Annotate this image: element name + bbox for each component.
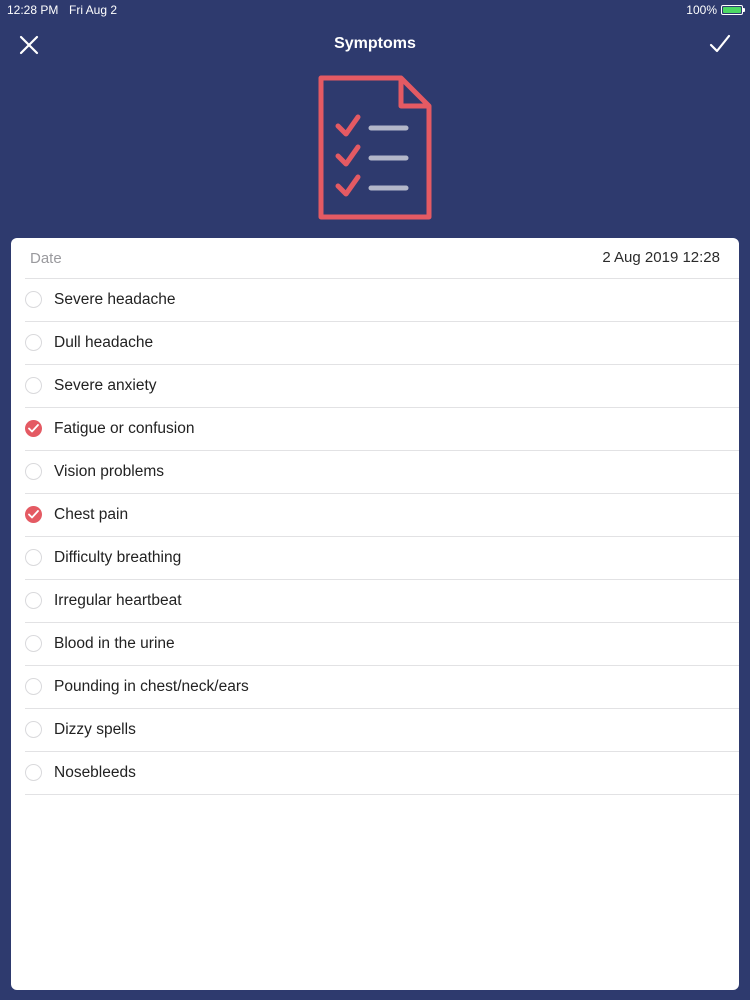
symptom-label: Fatigue or confusion [54, 420, 195, 437]
symptoms-screen: 12:28 PM Fri Aug 2 100% Symptoms Date 2 … [0, 0, 750, 1000]
symptoms-card: Date 2 Aug 2019 12:28 Severe headache Dul… [11, 238, 739, 990]
status-right: 100% [686, 3, 745, 17]
symptom-row[interactable]: Vision problems [25, 451, 739, 494]
unchecked-circle-icon[interactable] [25, 764, 42, 781]
unchecked-circle-icon[interactable] [25, 549, 42, 566]
symptom-row[interactable]: Severe anxiety [25, 365, 739, 408]
date-value[interactable]: 2 Aug 2019 12:28 [602, 249, 720, 266]
symptom-row[interactable]: Irregular heartbeat [25, 580, 739, 623]
unchecked-circle-icon[interactable] [25, 463, 42, 480]
battery-percent: 100% [686, 3, 717, 17]
symptom-label: Severe anxiety [54, 377, 157, 394]
checked-circle-icon[interactable] [25, 420, 42, 437]
date-label: Date [30, 250, 62, 267]
page-title: Symptoms [334, 35, 416, 52]
status-bar: 12:28 PM Fri Aug 2 100% [0, 0, 750, 20]
symptom-label: Difficulty breathing [54, 549, 182, 566]
symptom-row[interactable]: Dull headache [25, 322, 739, 365]
symptom-label: Chest pain [54, 506, 129, 523]
symptom-label: Irregular heartbeat [54, 592, 182, 609]
status-time: 12:28 PM [7, 3, 59, 17]
symptom-row[interactable]: Pounding in chest/neck/ears [25, 666, 739, 709]
symptom-label: Vision problems [54, 463, 164, 480]
symptom-row[interactable]: Dizzy spells [25, 709, 739, 752]
unchecked-circle-icon[interactable] [25, 678, 42, 695]
unchecked-circle-icon[interactable] [25, 291, 42, 308]
unchecked-circle-icon[interactable] [25, 334, 42, 351]
unchecked-circle-icon[interactable] [25, 592, 42, 609]
symptom-row[interactable]: Severe headache [25, 279, 739, 322]
symptom-row[interactable]: Fatigue or confusion [25, 408, 739, 451]
symptom-label: Severe headache [54, 291, 176, 308]
unchecked-circle-icon[interactable] [25, 721, 42, 738]
symptom-label: Nosebleeds [54, 764, 136, 781]
unchecked-circle-icon[interactable] [25, 635, 42, 652]
symptom-row[interactable]: Chest pain [25, 494, 739, 537]
done-button[interactable] [708, 33, 732, 55]
symptom-label: Dizzy spells [54, 721, 136, 738]
checked-circle-icon[interactable] [25, 506, 42, 523]
battery-icon [721, 5, 745, 15]
unchecked-circle-icon[interactable] [25, 377, 42, 394]
date-row[interactable]: Date 2 Aug 2019 12:28 [25, 238, 739, 279]
checkmark-icon [709, 34, 731, 53]
symptom-label: Pounding in chest/neck/ears [54, 678, 249, 695]
symptom-label: Blood in the urine [54, 635, 175, 652]
symptom-label: Dull headache [54, 334, 154, 351]
status-date: Fri Aug 2 [69, 3, 118, 17]
symptom-row[interactable]: Difficulty breathing [25, 537, 739, 580]
checklist-document-icon [318, 75, 432, 220]
symptom-row[interactable]: Nosebleeds [25, 752, 739, 795]
symptom-row[interactable]: Blood in the urine [25, 623, 739, 666]
nav-bar: Symptoms [0, 26, 750, 62]
symptom-list: Severe headache Dull headache Severe anxie… [11, 279, 739, 795]
battery-fill [723, 7, 741, 13]
